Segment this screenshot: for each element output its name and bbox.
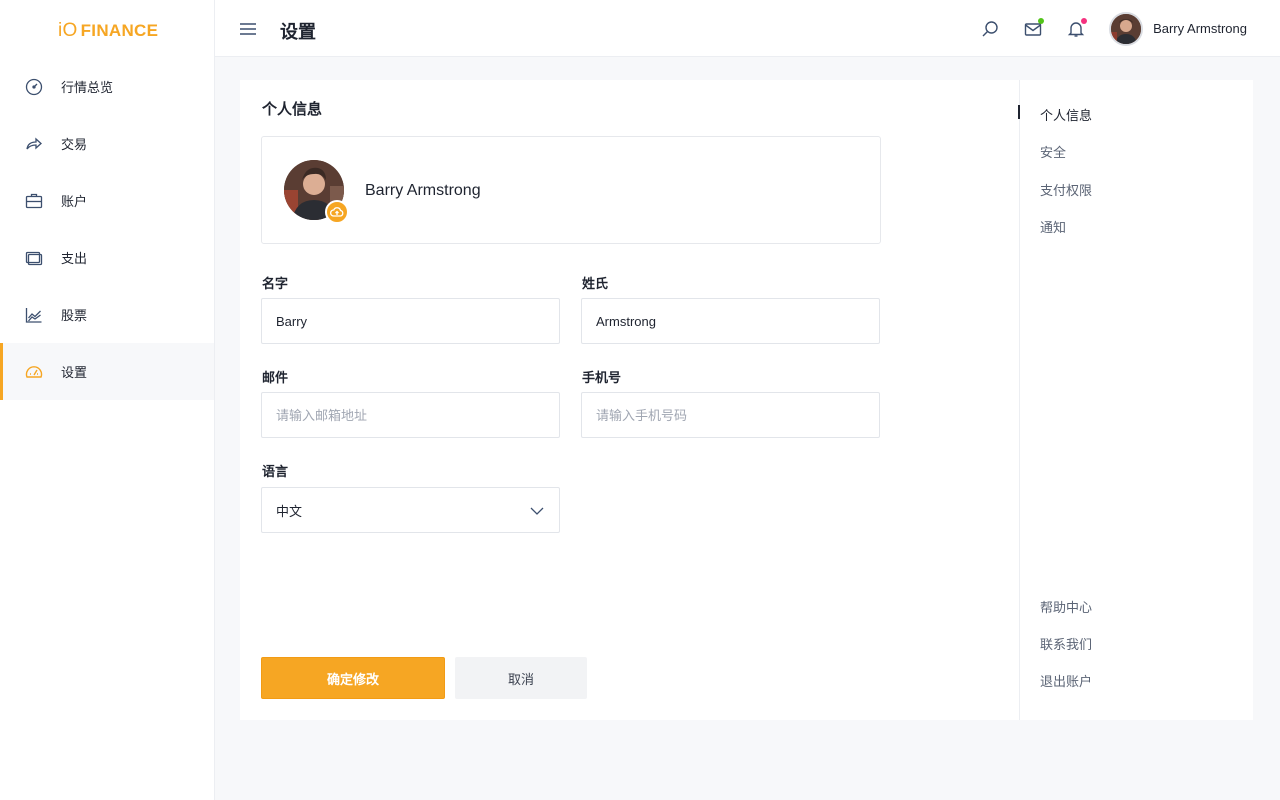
bell-notification-dot xyxy=(1081,17,1088,24)
email-field[interactable] xyxy=(261,392,560,438)
language-select[interactable]: 中文 xyxy=(261,487,560,533)
sidebar-item-label: 交易 xyxy=(61,137,88,152)
chevron-down-icon xyxy=(529,503,545,522)
subnav-item-notifications[interactable]: 通知 xyxy=(1040,217,1066,236)
topbar-actions: Barry Armstrong xyxy=(980,0,1280,57)
user-menu[interactable]: Barry Armstrong xyxy=(1109,11,1247,46)
first-name-field[interactable] xyxy=(261,298,560,344)
briefcase-icon xyxy=(24,191,44,211)
subnav-item-payment-permissions[interactable]: 支付权限 xyxy=(1040,180,1092,199)
mail-icon[interactable] xyxy=(1023,17,1045,39)
sidebar-item-label: 股票 xyxy=(61,308,88,323)
gauge-icon xyxy=(24,362,44,382)
wallet-icon xyxy=(24,248,44,268)
page-title: 设置 xyxy=(280,22,316,42)
section-title: 个人信息 xyxy=(262,101,323,118)
sidebar-item-trade[interactable]: 交易 xyxy=(0,115,214,172)
sidebar-item-label: 行情总览 xyxy=(61,80,114,95)
last-name-label: 姓氏 xyxy=(582,276,609,291)
brand-prefix: iO xyxy=(58,20,78,41)
cloud-upload-icon xyxy=(330,206,344,218)
settings-subnav: 个人信息 安全 支付权限 通知 帮助中心 联系我们 退出账户 xyxy=(1018,80,1253,720)
contact-us-link[interactable]: 联系我们 xyxy=(1040,634,1092,653)
last-name-field[interactable] xyxy=(581,298,880,344)
sidebar-item-expense[interactable]: 支出 xyxy=(0,229,214,286)
share-arrow-icon xyxy=(24,134,44,154)
profile-name: Barry Armstrong xyxy=(365,182,481,199)
cancel-button[interactable]: 取消 xyxy=(455,657,587,699)
confirm-changes-button[interactable]: 确定修改 xyxy=(261,657,445,699)
sidebar-item-account[interactable]: 账户 xyxy=(0,172,214,229)
user-name: Barry Armstrong xyxy=(1153,21,1247,36)
subnav-item-personal-info[interactable]: 个人信息 xyxy=(1040,105,1092,124)
sidebar-nav: 行情总览 交易 账户 支出 股票 设置 xyxy=(0,58,214,400)
search-icon[interactable] xyxy=(980,19,1000,39)
email-label: 邮件 xyxy=(262,370,289,385)
phone-field[interactable] xyxy=(581,392,880,438)
brand-logo[interactable]: iO FINANCE xyxy=(58,19,158,43)
subnav-item-security[interactable]: 安全 xyxy=(1040,142,1066,161)
stock-chart-icon xyxy=(24,305,44,325)
profile-card: Barry Armstrong xyxy=(261,136,881,244)
topbar: 设置 Barry Armstrong xyxy=(215,0,1280,57)
language-label: 语言 xyxy=(262,464,289,479)
upload-avatar-button[interactable] xyxy=(325,200,349,224)
sidebar-item-label: 支出 xyxy=(61,251,88,266)
first-name-label: 名字 xyxy=(262,276,289,291)
logout-link[interactable]: 退出账户 xyxy=(1040,671,1092,690)
language-select-value: 中文 xyxy=(276,503,303,519)
hamburger-menu-icon[interactable] xyxy=(239,20,257,38)
sidebar: iO FINANCE 行情总览 交易 账户 支出 股票 设置 xyxy=(0,0,215,800)
phone-label: 手机号 xyxy=(582,370,622,385)
help-center-link[interactable]: 帮助中心 xyxy=(1040,597,1092,616)
settings-form-panel: 个人信息 Barry Armstrong 名字 姓氏 邮件 手机号 语言 中文 … xyxy=(240,80,1019,720)
sidebar-item-label: 账户 xyxy=(61,194,88,209)
active-indicator xyxy=(1018,105,1020,119)
sidebar-item-label: 设置 xyxy=(61,365,88,380)
sidebar-item-overview[interactable]: 行情总览 xyxy=(0,58,214,115)
mail-notification-dot xyxy=(1038,17,1045,24)
speedometer-icon xyxy=(24,77,44,97)
sidebar-item-stocks[interactable]: 股票 xyxy=(0,286,214,343)
sidebar-item-settings[interactable]: 设置 xyxy=(0,343,214,400)
avatar xyxy=(1109,11,1144,46)
brand-name: FINANCE xyxy=(80,21,159,40)
bell-icon[interactable] xyxy=(1066,17,1088,39)
